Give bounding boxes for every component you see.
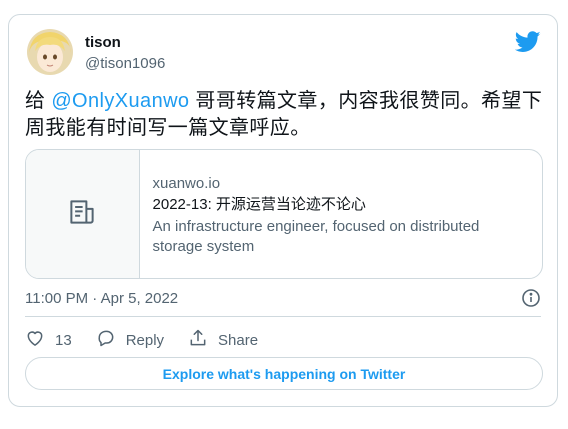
link-description: An infrastructure engineer, focused on d… [152, 218, 480, 255]
action-bar: 13 Reply Share [25, 328, 282, 352]
heart-icon [25, 328, 55, 352]
tweet-text: 给 @OnlyXuanwo 哥哥转篇文章，内容我很赞同。希望下周我能有时间写一篇… [25, 88, 545, 142]
link-title: 2022-13: 开源运营当论迹不论心 [152, 196, 366, 213]
like-count: 13 [55, 331, 72, 349]
reply-button[interactable]: Reply [96, 328, 164, 352]
twitter-bird-icon[interactable] [514, 31, 541, 53]
share-button[interactable]: Share [188, 328, 258, 352]
link-preview-card[interactable]: xuanwo.io 2022-13: 开源运营当论迹不论心 An infrast… [25, 149, 543, 279]
info-icon[interactable] [521, 288, 541, 308]
author-name[interactable]: tison [85, 34, 121, 51]
link-body: xuanwo.io 2022-13: 开源运营当论迹不论心 An infrast… [140, 150, 542, 278]
mention-link[interactable]: @OnlyXuanwo [51, 90, 189, 112]
document-icon [67, 197, 97, 232]
avatar[interactable] [27, 29, 73, 75]
share-label: Share [218, 331, 259, 349]
link-domain: xuanwo.io [152, 175, 221, 192]
like-button[interactable]: 13 [25, 328, 72, 352]
explore-twitter-button[interactable]: Explore what's happening on Twitter [25, 357, 543, 390]
tweet-card: tison @tison1096 给 @OnlyXuanwo 哥哥转篇文章，内容… [8, 14, 558, 407]
tweet-timestamp[interactable]: 11:00 PM · Apr 5, 2022 [25, 290, 178, 307]
tweet-text-before: 给 [25, 90, 52, 112]
share-icon [188, 328, 218, 352]
link-thumbnail [26, 150, 140, 278]
reply-icon [96, 328, 126, 352]
reply-label: Reply [125, 331, 165, 349]
author-handle[interactable]: @tison1096 [85, 55, 165, 72]
divider [25, 316, 541, 317]
